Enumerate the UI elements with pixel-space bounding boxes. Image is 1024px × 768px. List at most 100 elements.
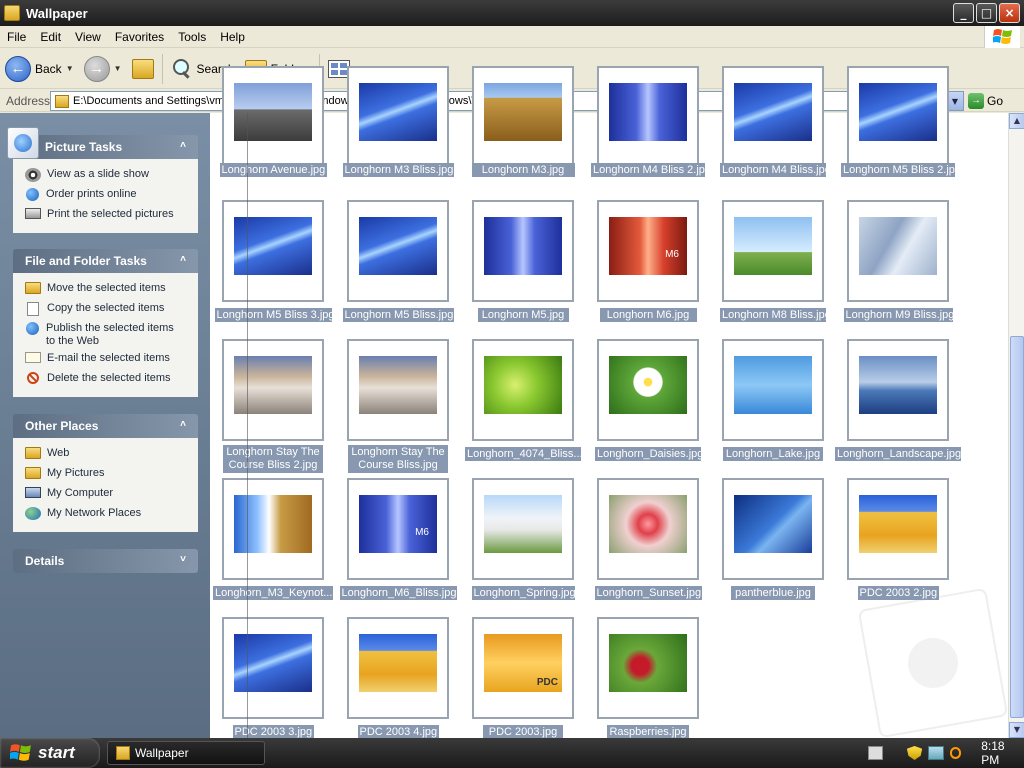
thumbnail[interactable] <box>722 66 824 168</box>
thumbnail[interactable] <box>597 617 699 719</box>
collapse-icon[interactable]: ˄ <box>176 253 190 267</box>
task-email[interactable]: E-mail the selected items <box>25 349 190 369</box>
file-name-label[interactable]: Longhorn_Daisies.jpg <box>595 447 703 461</box>
details-header[interactable]: Details ˅ <box>13 549 198 573</box>
file-name-label[interactable]: PDC 2003 4.jpg <box>357 725 439 738</box>
menu-view[interactable]: View <box>68 30 108 44</box>
thumbnail[interactable] <box>847 200 949 302</box>
file-name-label[interactable]: PDC 2003 3.jpg <box>232 725 314 738</box>
file-name-label[interactable]: Longhorn M8 Bliss.jpg <box>720 308 831 322</box>
file-name-label[interactable]: Longhorn_M6_Bliss.jpg <box>339 586 457 600</box>
thumbnail[interactable] <box>847 66 949 168</box>
file-name-label[interactable]: Longhorn_Sunset.jpg <box>594 586 702 600</box>
scroll-up-icon[interactable]: ▲ <box>1009 113 1024 129</box>
thumbnail[interactable] <box>847 478 949 580</box>
file-name-label[interactable]: Longhorn Avenue.jpg <box>219 163 327 177</box>
collapse-icon[interactable]: ˄ <box>176 418 190 432</box>
thumbnail[interactable] <box>597 478 699 580</box>
file-name-label[interactable]: Longhorn M5 Bliss 3.jpg <box>214 308 335 322</box>
minimize-button[interactable]: _ <box>953 3 974 23</box>
title-bar[interactable]: Wallpaper _ □ × <box>0 0 1024 26</box>
expand-icon[interactable]: ˅ <box>176 553 190 567</box>
picture-tasks-header[interactable]: Picture Tasks ˄ <box>7 127 198 159</box>
file-name-label[interactable]: Longhorn M4 Bliss.jpg <box>720 163 831 177</box>
thumbnail[interactable] <box>222 478 324 580</box>
thumbnail[interactable] <box>847 339 949 441</box>
place-web[interactable]: Web <box>25 444 190 464</box>
thumbnail[interactable] <box>222 339 324 441</box>
up-folder-button[interactable] <box>127 52 159 86</box>
file-name-label[interactable]: pantherblue.jpg <box>731 586 815 600</box>
forward-dropdown-icon[interactable]: ▼ <box>114 64 122 73</box>
clock[interactable]: 8:18 PM <box>981 739 1024 767</box>
thumbnail[interactable] <box>347 200 449 302</box>
scroll-down-icon[interactable]: ▼ <box>1009 722 1024 738</box>
file-name-label[interactable]: Longhorn Stay The Course Bliss.jpg <box>348 445 448 473</box>
vertical-scrollbar[interactable]: ▲ ▼ <box>1008 113 1024 738</box>
thumbnail[interactable] <box>222 200 324 302</box>
menu-favorites[interactable]: Favorites <box>108 30 171 44</box>
thumbnail[interactable]: M6 <box>597 200 699 302</box>
file-name-label[interactable]: Longhorn M4 Bliss 2.jpg <box>591 163 711 177</box>
place-my-computer[interactable]: My Computer <box>25 484 190 504</box>
thumbnail[interactable] <box>597 66 699 168</box>
file-name-label[interactable]: Longhorn M6.jpg <box>599 308 697 322</box>
menu-tools[interactable]: Tools <box>171 30 213 44</box>
task-move[interactable]: Move the selected items <box>25 279 190 299</box>
task-publish[interactable]: Publish the selected items to the Web <box>25 319 190 349</box>
search-icon[interactable] <box>949 747 962 759</box>
file-name-label[interactable]: Longhorn_Spring.jpg <box>471 586 576 600</box>
place-my-pictures[interactable]: My Pictures <box>25 464 190 484</box>
thumbnail[interactable]: PDC <box>472 617 574 719</box>
security-shield-icon[interactable] <box>906 746 923 760</box>
back-button[interactable]: ← Back ▼ <box>0 52 79 86</box>
file-name-label[interactable]: Longhorn M5 Bliss 2.jpg <box>841 163 961 177</box>
file-name-label[interactable]: PDC 2003.jpg <box>483 725 563 738</box>
thumbnail[interactable]: M6 <box>347 478 449 580</box>
file-name-label[interactable]: Longhorn Stay The Course Bliss 2.jpg <box>223 445 323 473</box>
start-button[interactable]: start <box>0 738 100 768</box>
thumbnail[interactable] <box>597 339 699 441</box>
go-button[interactable]: → Go <box>968 91 1003 111</box>
place-network[interactable]: My Network Places <box>25 504 190 524</box>
thumbnail[interactable] <box>472 478 574 580</box>
thumbnail[interactable] <box>722 339 824 441</box>
file-name-label[interactable]: Longhorn_4074_Bliss.... <box>465 447 586 461</box>
maximize-button[interactable]: □ <box>976 3 997 23</box>
menu-edit[interactable]: Edit <box>33 30 68 44</box>
thumbnail[interactable] <box>347 66 449 168</box>
thumbnail[interactable] <box>472 200 574 302</box>
thumbnail[interactable] <box>347 339 449 441</box>
task-copy[interactable]: Copy the selected items <box>25 299 190 319</box>
thumbnail[interactable] <box>472 66 574 168</box>
taskbar-item-wallpaper[interactable]: Wallpaper <box>107 741 265 765</box>
keyboard-icon[interactable] <box>868 746 884 760</box>
menu-file[interactable]: File <box>0 30 33 44</box>
task-order-prints[interactable]: Order prints online <box>25 185 190 205</box>
forward-button[interactable]: → ▼ <box>79 52 127 86</box>
close-button[interactable]: × <box>999 3 1020 23</box>
back-dropdown-icon[interactable]: ▼ <box>66 64 74 73</box>
thumbnail[interactable] <box>722 478 824 580</box>
file-name-label[interactable]: Longhorn M9 Bliss.jpg <box>843 308 954 322</box>
file-name-label[interactable]: Longhorn_M3_Keynot... <box>213 586 333 600</box>
thumbnail[interactable] <box>347 617 449 719</box>
file-name-label[interactable]: Longhorn M3 Bliss.jpg <box>342 163 454 177</box>
scroll-thumb[interactable] <box>1010 336 1024 718</box>
thumbnail[interactable] <box>222 617 324 719</box>
file-name-label[interactable]: Longhorn M5 Bliss.jpg <box>342 308 454 322</box>
collapse-icon[interactable]: ˄ <box>176 139 190 153</box>
task-slideshow[interactable]: View as a slide show <box>25 165 190 185</box>
file-tasks-header[interactable]: File and Folder Tasks ˄ <box>13 249 198 273</box>
file-name-label[interactable]: Longhorn_Landscape.jpg <box>835 447 961 461</box>
file-name-label[interactable]: Longhorn M3.jpg <box>471 163 575 177</box>
file-name-label[interactable]: Longhorn M5.jpg <box>477 308 569 322</box>
thumbnail[interactable] <box>722 200 824 302</box>
task-print[interactable]: Print the selected pictures <box>25 205 190 225</box>
thumbnail[interactable] <box>472 339 574 441</box>
menu-help[interactable]: Help <box>213 30 252 44</box>
file-name-label[interactable]: PDC 2003 2.jpg <box>857 586 939 600</box>
file-name-label[interactable]: Longhorn_Lake.jpg <box>723 447 823 461</box>
other-places-header[interactable]: Other Places ˄ <box>13 414 198 438</box>
file-name-label[interactable]: Raspberries.jpg <box>607 725 689 738</box>
